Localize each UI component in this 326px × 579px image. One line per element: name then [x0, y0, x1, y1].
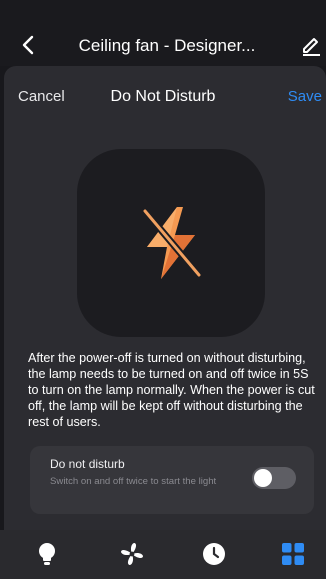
- light-bulb-icon[interactable]: [33, 540, 61, 568]
- bolt-slash-icon: [141, 207, 203, 279]
- save-button[interactable]: Save: [276, 86, 322, 108]
- description-text: After the power-off is turned on without…: [28, 351, 315, 429]
- pencil-icon[interactable]: [300, 34, 322, 56]
- top-bar: Ceiling fan - Designer...: [0, 0, 326, 66]
- do-not-disturb-toggle[interactable]: [252, 467, 296, 489]
- chevron-left-icon[interactable]: [18, 34, 40, 56]
- do-not-disturb-card: Do not disturb Switch on and off twice t…: [30, 446, 314, 514]
- device-title: Ceiling fan - Designer...: [78, 36, 256, 55]
- bottom-nav: [0, 530, 326, 579]
- clock-icon[interactable]: [200, 540, 228, 568]
- toggle-knob: [254, 469, 272, 487]
- grid-icon[interactable]: [279, 540, 307, 568]
- setting-label: Do not disturb: [50, 457, 125, 471]
- hero-icon-tile: [77, 149, 265, 337]
- sheet-title: Do Not Disturb: [110, 88, 216, 105]
- setting-sublabel: Switch on and off twice to start the lig…: [50, 476, 217, 487]
- fan-icon[interactable]: [118, 540, 146, 568]
- cancel-button[interactable]: Cancel: [18, 86, 65, 108]
